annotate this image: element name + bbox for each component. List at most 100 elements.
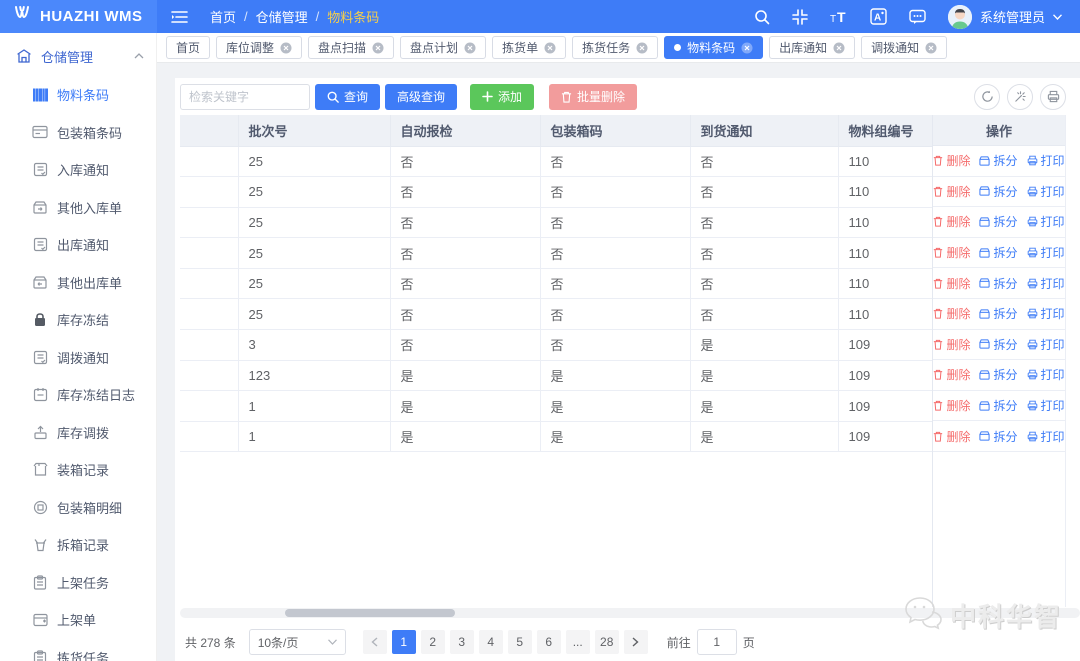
sidebar: 仓储管理 物料条码 包装箱条码 入库通知 其他入库单 出库通知 xyxy=(0,33,157,661)
tab-stocktake-plan[interactable]: 盘点计划 xyxy=(400,36,486,59)
close-icon[interactable] xyxy=(544,42,556,54)
delete-link[interactable]: 删除 xyxy=(933,244,970,261)
tab-home[interactable]: 首页 xyxy=(166,36,210,59)
sidebar-item-other-outbound[interactable]: 其他出库单 xyxy=(0,264,156,302)
close-icon[interactable] xyxy=(372,42,384,54)
row-operations: 删除 拆分 打印 xyxy=(933,391,1065,422)
print-link[interactable]: 打印 xyxy=(1027,366,1065,383)
page-button-4[interactable]: 4 xyxy=(479,630,503,654)
print-link[interactable]: 打印 xyxy=(1027,397,1065,414)
page-button-1[interactable]: 1 xyxy=(392,630,416,654)
breadcrumb-home[interactable]: 首页 xyxy=(210,7,236,26)
delete-link[interactable]: 删除 xyxy=(933,305,970,322)
refresh-button[interactable] xyxy=(974,84,1000,110)
close-icon[interactable] xyxy=(925,42,937,54)
cell-batch-no: 123 xyxy=(238,360,390,391)
sidebar-collapse-icon[interactable] xyxy=(171,10,188,24)
print-link[interactable]: 打印 xyxy=(1027,152,1065,169)
split-link[interactable]: 拆分 xyxy=(979,183,1017,200)
print-button[interactable] xyxy=(1040,84,1066,110)
font-size-icon[interactable]: T T xyxy=(830,9,848,25)
tab-transfer-notice[interactable]: 调拨通知 xyxy=(861,36,947,59)
sidebar-item-inbound-notice[interactable]: 入库通知 xyxy=(0,151,156,189)
delete-link[interactable]: 删除 xyxy=(933,152,970,169)
search-input[interactable] xyxy=(180,84,310,110)
sidebar-item-shelving-task[interactable]: 上架任务 xyxy=(0,564,156,602)
tab-stocktake-scan[interactable]: 盘点扫描 xyxy=(308,36,394,59)
prev-page-button[interactable] xyxy=(363,630,387,654)
page-size-select[interactable]: 10条/页 xyxy=(249,629,346,655)
split-link[interactable]: 拆分 xyxy=(979,366,1017,383)
delete-link[interactable]: 删除 xyxy=(933,336,970,353)
sidebar-item-transfer-notice[interactable]: 调拨通知 xyxy=(0,339,156,377)
tab-picking-task[interactable]: 拣货任务 xyxy=(572,36,658,59)
next-page-button[interactable] xyxy=(624,630,648,654)
delete-link[interactable]: 删除 xyxy=(933,366,970,383)
operations-rows: 删除 拆分 打印 xyxy=(933,146,1065,452)
horizontal-scrollbar-thumb[interactable] xyxy=(285,609,455,617)
tab-outbound-notice[interactable]: 出库通知 xyxy=(769,36,855,59)
sidebar-item-material-barcode[interactable]: 物料条码 xyxy=(0,76,156,114)
add-button[interactable]: 添加 xyxy=(470,84,534,110)
delete-link[interactable]: 删除 xyxy=(933,275,970,292)
split-link[interactable]: 拆分 xyxy=(979,397,1017,414)
split-link[interactable]: 拆分 xyxy=(979,152,1017,169)
sidebar-item-picking-task[interactable]: 拣货任务 xyxy=(0,639,156,661)
print-link[interactable]: 打印 xyxy=(1027,244,1065,261)
close-icon[interactable] xyxy=(741,42,753,54)
sidebar-item-shelving-order[interactable]: 上架单 xyxy=(0,601,156,639)
search-icon[interactable] xyxy=(754,9,770,25)
row-operations: 删除 拆分 打印 xyxy=(933,330,1065,361)
batch-delete-button[interactable]: 批量删除 xyxy=(549,84,637,110)
user-menu[interactable]: 系统管理员 xyxy=(948,5,1062,29)
sidebar-item-box-detail[interactable]: 包装箱明细 xyxy=(0,489,156,527)
page-button-5[interactable]: 5 xyxy=(508,630,532,654)
delete-link[interactable]: 删除 xyxy=(933,183,970,200)
page-button-6[interactable]: 6 xyxy=(537,630,561,654)
split-link[interactable]: 拆分 xyxy=(979,336,1017,353)
page-button-3[interactable]: 3 xyxy=(450,630,474,654)
split-link[interactable]: 拆分 xyxy=(979,305,1017,322)
sidebar-item-box-barcode[interactable]: 包装箱条码 xyxy=(0,114,156,152)
close-icon[interactable] xyxy=(636,42,648,54)
print-link[interactable]: 打印 xyxy=(1027,428,1065,445)
breadcrumb-warehouse[interactable]: 仓储管理 xyxy=(256,7,308,26)
page-button-28[interactable]: 28 xyxy=(595,630,619,654)
advanced-search-button[interactable]: 高级查询 xyxy=(385,84,457,110)
print-link[interactable]: 打印 xyxy=(1027,336,1065,353)
print-link[interactable]: 打印 xyxy=(1027,183,1065,200)
sidebar-item-other-inbound[interactable]: 其他入库单 xyxy=(0,189,156,227)
print-link[interactable]: 打印 xyxy=(1027,275,1065,292)
split-link[interactable]: 拆分 xyxy=(979,428,1017,445)
delete-link[interactable]: 删除 xyxy=(933,397,970,414)
tab-location-adjust[interactable]: 库位调整 xyxy=(216,36,302,59)
selection-cell xyxy=(180,299,238,330)
close-icon[interactable] xyxy=(833,42,845,54)
magic-wand-button[interactable] xyxy=(1007,84,1033,110)
sidebar-group-warehouse[interactable]: 仓储管理 xyxy=(0,36,156,76)
sidebar-item-outbound-notice[interactable]: 出库通知 xyxy=(0,226,156,264)
sidebar-item-freeze-log[interactable]: 库存冻结日志 xyxy=(0,376,156,414)
search-button[interactable]: 查询 xyxy=(315,84,380,110)
delete-link[interactable]: 删除 xyxy=(933,213,970,230)
close-icon[interactable] xyxy=(464,42,476,54)
split-link[interactable]: 拆分 xyxy=(979,213,1017,230)
split-link[interactable]: 拆分 xyxy=(979,275,1017,292)
tab-picking-list[interactable]: 拣货单 xyxy=(492,36,566,59)
tab-material-barcode[interactable]: 物料条码 xyxy=(664,36,763,59)
delete-link[interactable]: 删除 xyxy=(933,428,970,445)
print-link[interactable]: 打印 xyxy=(1027,213,1065,230)
sidebar-item-stock-transfer[interactable]: 库存调拨 xyxy=(0,414,156,452)
translate-icon[interactable]: A xyxy=(870,8,887,25)
message-icon[interactable] xyxy=(909,9,926,25)
split-link[interactable]: 拆分 xyxy=(979,244,1017,261)
print-link[interactable]: 打印 xyxy=(1027,305,1065,322)
close-icon[interactable] xyxy=(280,42,292,54)
page-button-2[interactable]: 2 xyxy=(421,630,445,654)
goto-page-input[interactable] xyxy=(697,629,737,655)
exit-fullscreen-icon[interactable] xyxy=(792,9,808,25)
page-ellipsis[interactable]: ... xyxy=(566,630,590,654)
sidebar-item-unpacking-record[interactable]: 拆箱记录 xyxy=(0,526,156,564)
sidebar-item-stock-freeze[interactable]: 库存冻结 xyxy=(0,301,156,339)
sidebar-item-packing-record[interactable]: 装箱记录 xyxy=(0,451,156,489)
